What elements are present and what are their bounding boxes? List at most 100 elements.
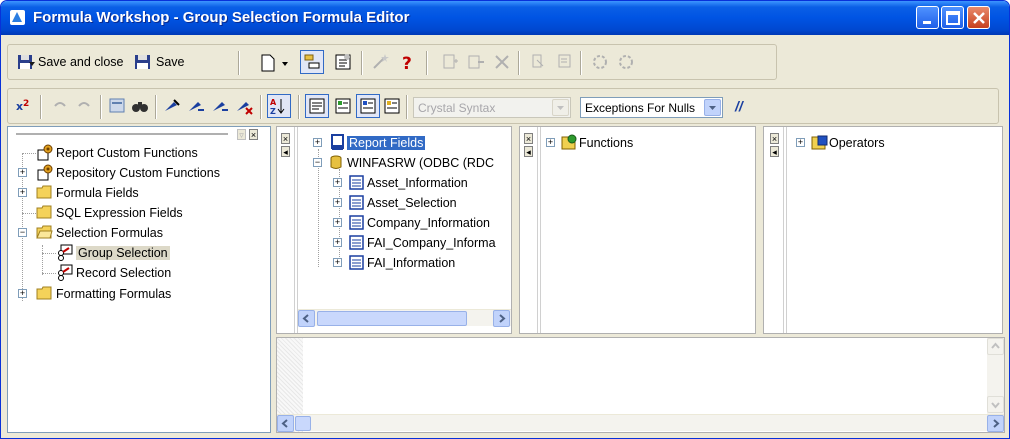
scroll-down-button[interactable] — [987, 396, 1004, 413]
crystal-app-icon — [10, 10, 25, 25]
pane-grip[interactable] — [16, 129, 228, 135]
operator-tree-pane: × ◂ + Operators — [763, 126, 1003, 334]
functions-icon — [561, 134, 577, 150]
scroll-thumb[interactable] — [317, 311, 467, 326]
wand-icon[interactable] — [370, 52, 390, 72]
expand-plus-icon[interactable]: + — [313, 138, 322, 147]
vertical-scrollbar[interactable] — [987, 338, 1004, 414]
help-icon[interactable]: ? — [397, 52, 417, 72]
use-expert-icon[interactable] — [616, 52, 636, 72]
expand-plus-icon[interactable]: + — [18, 188, 27, 197]
rename-icon[interactable] — [466, 52, 486, 72]
use-editor-icon[interactable] — [590, 52, 610, 72]
toolbar-separator — [298, 95, 300, 119]
toolbar-separator — [155, 95, 157, 119]
expand-plus-icon[interactable]: + — [796, 138, 805, 147]
pane-toggle-button[interactable]: ◂ — [281, 146, 290, 157]
clear-bookmarks-icon[interactable] — [234, 96, 254, 116]
pane-splitter[interactable] — [512, 126, 518, 334]
table-icon — [349, 255, 364, 270]
scroll-right-button[interactable] — [987, 415, 1004, 432]
workshop-tree-pane: ▿ × Report Custom Functions + Repository… — [7, 126, 271, 433]
comment-button[interactable]: // — [735, 98, 743, 114]
scroll-thumb[interactable] — [295, 416, 311, 431]
database-icon — [330, 155, 342, 169]
maximize-icon — [946, 11, 960, 25]
close-button[interactable] — [967, 6, 990, 29]
collapse-minus-icon[interactable]: − — [313, 158, 322, 167]
pane-toggle-button[interactable]: ◂ — [770, 146, 779, 157]
toolbar-separator — [40, 95, 42, 119]
scroll-up-button[interactable] — [987, 338, 1004, 355]
toolbar-separator — [426, 51, 428, 75]
toolbar-separator — [238, 51, 240, 75]
field-tree-pane: × ◂ + Report Fields − WINFASRW (ODBC (RD… — [276, 126, 512, 334]
save-close-button[interactable]: Save and close — [38, 55, 123, 69]
properties-icon[interactable] — [333, 52, 353, 72]
chevron-down-icon — [704, 99, 721, 116]
pane-toggle-button[interactable]: ◂ — [524, 146, 533, 157]
operators-icon — [811, 135, 828, 150]
toolbar-separator — [580, 51, 582, 75]
minimize-button[interactable] — [916, 6, 939, 29]
pane-close-button[interactable]: × — [770, 133, 779, 144]
expand-icon[interactable] — [529, 52, 549, 72]
save-button[interactable]: Save — [156, 55, 185, 69]
horizontal-scrollbar[interactable] — [298, 309, 511, 327]
pane-splitter[interactable] — [756, 126, 762, 334]
show-formula-icon[interactable] — [555, 52, 575, 72]
check-icon[interactable]: x2 — [15, 96, 35, 116]
save-close-icon — [18, 55, 35, 69]
toolbar-separator — [406, 95, 408, 119]
workshop-tree-icon[interactable] — [382, 96, 402, 116]
new-page-icon[interactable] — [440, 52, 460, 72]
pane-close-button[interactable]: × — [524, 133, 533, 144]
expand-plus-icon[interactable]: + — [333, 198, 342, 207]
chevron-down-icon[interactable] — [280, 53, 290, 73]
folder-open-icon — [36, 225, 53, 239]
delete-icon[interactable] — [492, 52, 512, 72]
undo-icon[interactable] — [50, 96, 70, 116]
syntax-select[interactable]: Crystal Syntax — [413, 97, 571, 118]
new-icon[interactable] — [258, 53, 278, 73]
next-bookmark-icon[interactable] — [186, 96, 206, 116]
svg-text:?: ? — [402, 54, 412, 72]
expand-plus-icon[interactable]: + — [18, 168, 27, 177]
expand-plus-icon[interactable]: + — [333, 238, 342, 247]
scroll-left-button[interactable] — [298, 310, 315, 327]
selection-formula-icon — [58, 264, 73, 281]
null-handling-select-value: Exceptions For Nulls — [585, 101, 696, 115]
bookmark-icon[interactable] — [162, 96, 182, 116]
expand-plus-icon[interactable]: + — [546, 138, 555, 147]
expand-plus-icon[interactable]: + — [333, 218, 342, 227]
function-tree-icon[interactable] — [333, 96, 353, 116]
chevron-down-icon — [552, 99, 569, 116]
title-bar[interactable]: Formula Workshop - Group Selection Formu… — [1, 1, 1009, 35]
null-handling-select[interactable]: Exceptions For Nulls — [580, 97, 723, 118]
pane-restore-button[interactable]: ▿ — [237, 129, 246, 140]
pane-close-button[interactable]: × — [281, 133, 290, 144]
pane-close-button[interactable]: × — [249, 129, 258, 140]
svg-text:2: 2 — [23, 99, 29, 109]
folder-icon — [36, 185, 52, 199]
expand-plus-icon[interactable]: + — [333, 178, 342, 187]
collapse-minus-icon[interactable]: − — [18, 228, 27, 237]
toolbar-separator — [100, 95, 102, 119]
maximize-button[interactable] — [941, 6, 964, 29]
previous-bookmark-icon[interactable] — [210, 96, 230, 116]
formula-text-editor[interactable] — [276, 337, 1005, 433]
folder-icon — [36, 205, 52, 219]
scroll-right-button[interactable] — [493, 310, 510, 327]
expand-plus-icon[interactable]: + — [18, 289, 27, 298]
horizontal-scrollbar[interactable] — [277, 414, 1004, 432]
formula-workshop-window: Formula Workshop - Group Selection Formu… — [0, 0, 1010, 439]
redo-icon[interactable] — [74, 96, 94, 116]
expand-plus-icon[interactable]: + — [333, 258, 342, 267]
svg-text:A: A — [270, 98, 277, 107]
table-icon — [349, 215, 364, 230]
scroll-left-button[interactable] — [277, 415, 294, 432]
find-icon[interactable] — [130, 96, 150, 116]
browse-data-icon[interactable] — [107, 96, 127, 116]
operator-tree-icon — [360, 98, 376, 114]
sort-az-icon: AZ — [270, 98, 285, 116]
